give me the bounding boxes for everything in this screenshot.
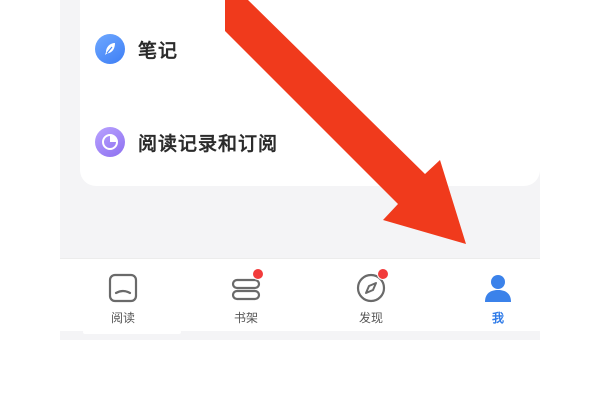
menu-item-reading-history[interactable]: 阅读记录和订阅 — [95, 122, 278, 162]
pie-clock-icon — [95, 127, 125, 157]
bottom-tab-bar: 阅读 书架 发现 我 — [60, 258, 540, 331]
person-icon — [481, 271, 515, 305]
bookshelf-badge — [252, 268, 264, 280]
books-icon — [229, 268, 264, 305]
compass-icon — [354, 268, 389, 305]
tab-discover-label: 发现 — [358, 311, 383, 325]
menu-item-reading-history-label: 阅读记录和订阅 — [138, 132, 279, 155]
menu-card: 笔记 阅读记录和订阅 — [80, 0, 540, 186]
tab-bookshelf-label: 书架 — [233, 311, 258, 325]
discover-badge — [377, 268, 389, 280]
feather-icon — [95, 34, 125, 64]
home-indicator — [83, 330, 181, 334]
tab-bookshelf[interactable]: 书架 — [186, 259, 306, 331]
tab-discover[interactable]: 发现 — [311, 259, 431, 331]
tab-reading[interactable]: 阅读 — [63, 259, 183, 331]
menu-item-notes[interactable]: 笔记 — [95, 29, 178, 69]
reader-icon — [106, 271, 140, 305]
tab-me[interactable]: 我 — [438, 259, 540, 331]
menu-item-notes-label: 笔记 — [138, 39, 179, 62]
tab-me-label: 我 — [491, 311, 504, 325]
app-screen: 笔记 阅读记录和订阅 阅读 书架 发现 我 — [60, 0, 540, 340]
tab-reading-label: 阅读 — [110, 311, 135, 325]
